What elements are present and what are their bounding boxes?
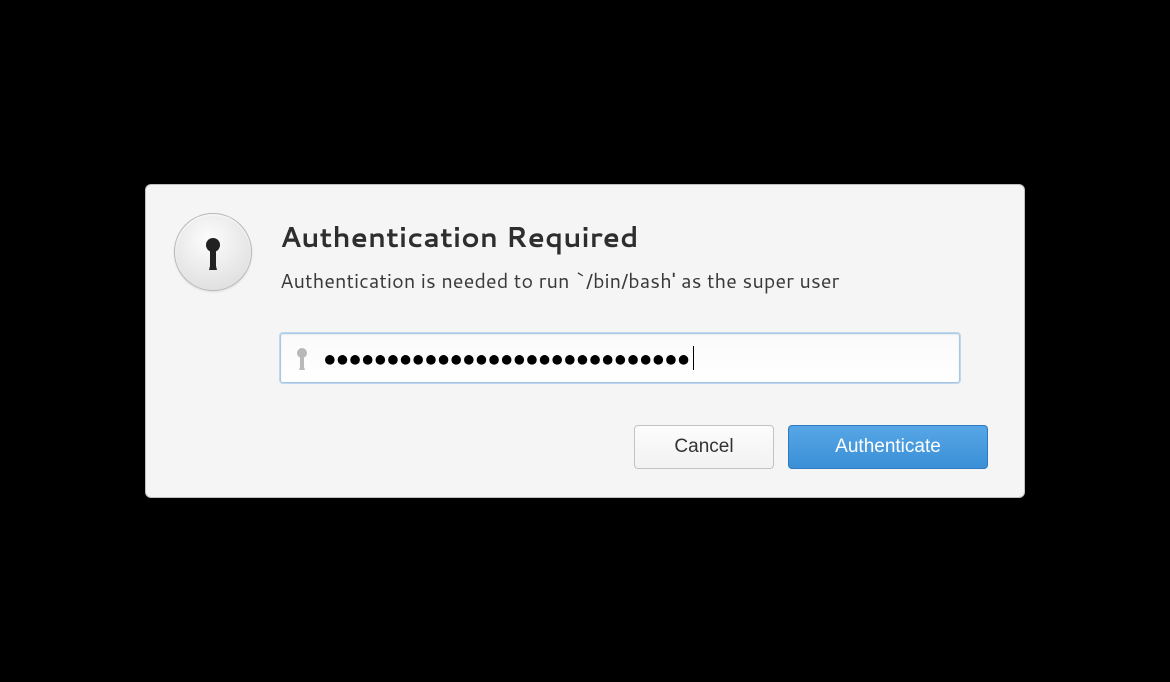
text-caret [693, 346, 694, 370]
password-row: ●●●●●●●●●●●●●●●●●●●●●●●●●●●●● [280, 333, 988, 383]
dialog-message: Authentication is needed to run `/bin/ba… [280, 267, 988, 295]
authenticate-button[interactable]: Authenticate [788, 425, 988, 469]
keyhole-icon [293, 345, 311, 371]
dialog-buttons: Cancel Authenticate [174, 425, 988, 469]
dialog-header: Authentication Required Authentication i… [174, 213, 988, 295]
authentication-dialog: Authentication Required Authentication i… [145, 184, 1025, 498]
cancel-button[interactable]: Cancel [634, 425, 774, 469]
password-masked-value: ●●●●●●●●●●●●●●●●●●●●●●●●●●●●● [325, 349, 691, 368]
password-input[interactable]: ●●●●●●●●●●●●●●●●●●●●●●●●●●●●● [280, 333, 960, 383]
dialog-header-text: Authentication Required Authentication i… [280, 213, 988, 295]
lock-icon [174, 213, 252, 291]
dialog-title: Authentication Required [280, 217, 988, 257]
